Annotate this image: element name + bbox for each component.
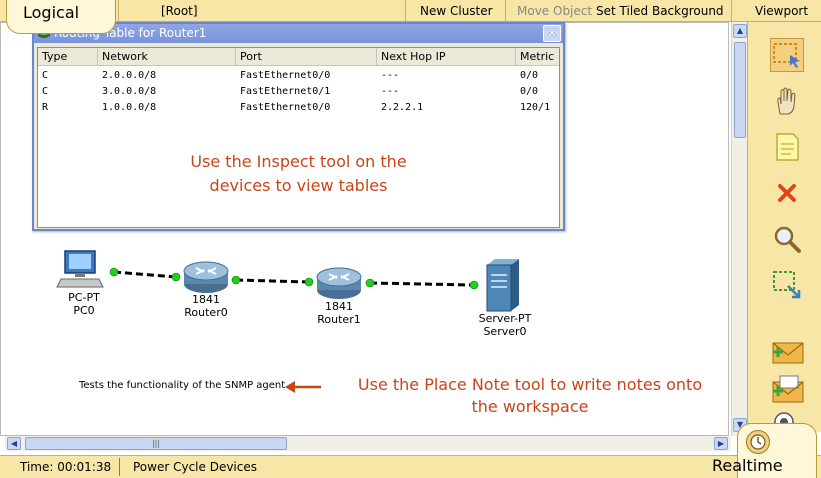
cell-next-hop: --- [381,86,400,97]
arrow-left-icon [285,381,321,393]
router-icon[interactable] [183,261,229,293]
power-cycle-devices-button[interactable]: Power Cycle Devices [133,456,257,478]
logical-mode-tab[interactable]: Logical [6,0,116,34]
vertical-scroll-thumb[interactable] [734,42,746,138]
routing-table: Type Network Port Next Hop IP Metric C 2… [37,47,560,228]
viewport-button[interactable]: Viewport [731,0,821,22]
resize-shape-icon[interactable] [770,268,804,302]
move-object-button[interactable]: Move Object [505,0,592,22]
place-note-hint-line1: Use the Place Note tool to write notes o… [357,375,703,394]
cell-metric: 0/0 [520,70,539,81]
vertical-scrollbar[interactable]: ▲ ▼ [731,22,747,436]
cell-port: FastEthernet0/1 [240,86,331,97]
cell-port: FastEthernet0/0 [240,102,331,113]
hand-move-icon[interactable] [770,84,804,118]
server-icon[interactable] [486,259,519,312]
link-pc0-router0[interactable] [113,270,177,279]
cell-type: C [42,86,49,97]
cell-network: 1.0.0.0/8 [102,102,157,113]
pc-icon[interactable] [56,250,104,288]
cell-network: 2.0.0.0/8 [102,70,157,81]
horizontal-scroll-thumb[interactable]: ||| [25,437,287,450]
select-tool-icon[interactable] [770,38,804,72]
cell-network: 3.0.0.0/8 [102,86,157,97]
router1-name: Router1 [317,313,361,326]
column-header-next-hop[interactable]: Next Hop IP [377,48,516,66]
inspect-hint-line2: devices to view tables [209,176,388,195]
realtime-label: Realtime [712,456,783,475]
close-icon[interactable]: ✕ [543,25,561,42]
clock-icon [746,430,770,454]
cell-metric: 0/0 [520,86,539,97]
cell-type: C [42,70,49,81]
pc0-type: PC-PT [68,291,100,304]
top-toolbar: [Root] New Cluster Move Object Set Tiled… [0,0,821,22]
routing-table-header: Type Network Port Next Hop IP Metric [38,48,559,66]
table-row[interactable]: C 2.0.0.0/8 FastEthernet0/0 --- 0/0 [38,68,559,84]
router0-type: 1841 [192,293,220,306]
new-cluster-button[interactable]: New Cluster [405,0,505,22]
inspect-magnifier-icon[interactable] [770,222,804,256]
router1-label: 1841 Router1 [304,300,374,326]
server0-name: Server0 [483,325,527,338]
place-note-hint: Use the Place Note tool to write notes o… [330,374,730,418]
scroll-up-icon[interactable]: ▲ [733,24,747,38]
root-breadcrumb[interactable]: [Root] [118,0,405,22]
router0-name: Router0 [184,306,228,319]
cell-next-hop: --- [381,70,400,81]
status-divider [119,458,120,476]
table-row[interactable]: C 3.0.0.0/8 FastEthernet0/1 --- 0/0 [38,84,559,100]
cell-metric: 120/1 [520,102,551,113]
router-icon[interactable] [316,267,362,299]
column-header-port[interactable]: Port [236,48,377,66]
router1-type: 1841 [325,300,353,313]
scroll-left-icon[interactable]: ◀ [7,437,21,450]
column-header-type[interactable]: Type [38,48,98,66]
horizontal-scrollbar[interactable]: ◀ ||| ▶ [5,436,731,451]
cell-type: R [42,102,49,113]
workspace-note[interactable]: Tests the functionality of the SNMP agen… [79,380,285,391]
router0-label: 1841 Router0 [171,293,241,319]
place-note-icon[interactable] [770,130,804,164]
common-tools-bar [747,22,821,432]
inspect-hint-line1: Use the Inspect tool on the [190,152,407,171]
add-simple-pdu-icon[interactable] [770,334,804,368]
table-row[interactable]: R 1.0.0.0/8 FastEthernet0/0 2.2.2.1 120/… [38,100,559,116]
place-note-hint-line2: the workspace [471,397,589,416]
inspect-hint: Use the Inspect tool on the devices to v… [38,150,559,198]
scroll-right-icon[interactable]: ▶ [714,437,728,450]
add-complex-pdu-icon[interactable] [770,372,804,406]
server0-label: Server-PT Server0 [467,312,543,338]
cell-next-hop: 2.2.2.1 [381,102,424,113]
column-header-metric[interactable]: Metric [516,48,561,66]
link-router1-server0[interactable] [369,281,475,287]
cell-port: FastEthernet0/0 [240,70,331,81]
time-display: Time: 00:01:38 [20,460,112,474]
link-status-dots [109,267,479,290]
pc0-label: PC-PT PC0 [49,291,119,317]
network-links [113,270,475,287]
routing-table-window[interactable]: Routing Table for Router1 ✕ Type Network… [32,22,565,231]
status-bar: Time: 00:01:38 Power Cycle Devices [0,455,821,478]
server0-type: Server-PT [478,312,532,325]
pc0-name: PC0 [73,304,95,317]
delete-icon[interactable] [770,176,804,210]
link-router0-router1[interactable] [235,278,310,284]
column-header-network[interactable]: Network [98,48,236,66]
set-tiled-background-button[interactable]: Set Tiled Background [590,0,730,22]
